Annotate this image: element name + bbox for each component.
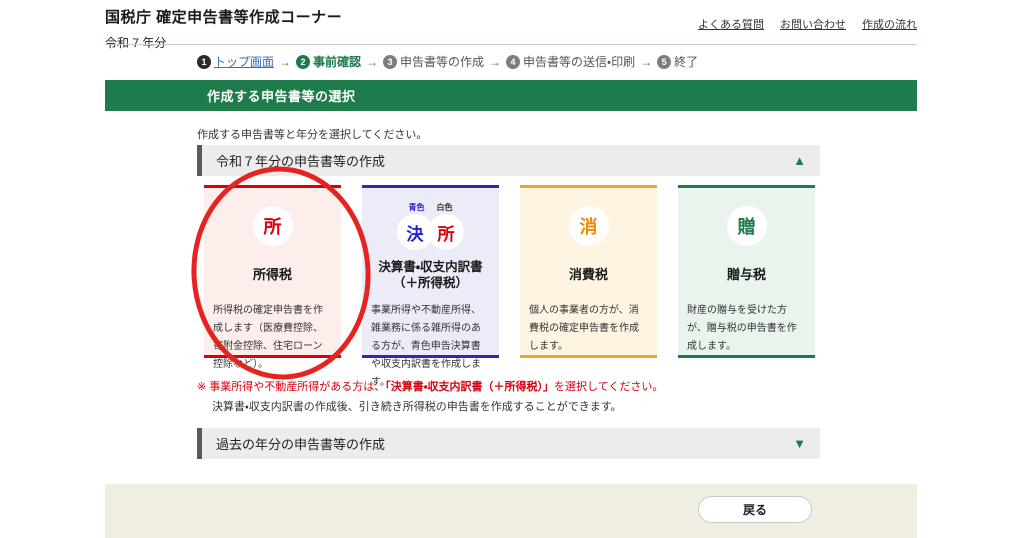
gift-tax-description: 財産の贈与を受けた方が、贈与税の申告書を作成します。 bbox=[687, 302, 806, 356]
card-financial-statement[interactable]: 青色 白色 決 所 決算書・収支内訳書 （＋所得税） 事業所得や不動産所得、雑業… bbox=[362, 185, 499, 358]
faq-link[interactable]: よくある質問 bbox=[698, 16, 764, 32]
income-tax-title: 所得税 bbox=[213, 257, 332, 293]
white-return-label: 白色 bbox=[437, 202, 453, 213]
blue-return-label: 青色 bbox=[409, 202, 425, 213]
note-line1-pre: 事業所得や不動産所得がある方は、 bbox=[209, 381, 385, 393]
step-2-circle: 2 bbox=[296, 55, 310, 69]
gift-tax-title: 贈与税 bbox=[687, 257, 806, 293]
step-send: 4 申告書等の送信・印刷 bbox=[506, 53, 635, 70]
income-tax-title-text: 所得税 bbox=[213, 267, 332, 284]
step-top: 1 トップ画面 bbox=[197, 53, 274, 70]
financial-statement-title: 決算書・収支内訳書 （＋所得税） bbox=[371, 257, 490, 293]
note-line-2: 決算書・収支内訳書の作成後、引き続き所得税の申告書を作成することができます。 bbox=[212, 397, 663, 417]
gift-tax-badge-area: 贈 bbox=[687, 197, 806, 255]
income-tax-badge-area: 所 bbox=[213, 197, 332, 255]
income-tax-icon: 所 bbox=[253, 206, 293, 246]
step-5-label: 終了 bbox=[674, 53, 698, 70]
financial-statement-title-line1: 決算書・収支内訳書 bbox=[371, 259, 490, 275]
step-finish: 5 終了 bbox=[657, 53, 698, 70]
gift-tax-icon-char: 贈 bbox=[738, 213, 756, 239]
contact-link[interactable]: お問い合わせ bbox=[780, 16, 846, 32]
step-1-circle: 1 bbox=[197, 55, 211, 69]
site-year: 令和 7 年分 bbox=[105, 34, 917, 51]
financial-statement-title-line2: （＋所得税） bbox=[371, 275, 490, 291]
income-tax-icon-char: 所 bbox=[264, 213, 282, 239]
card-consumption-tax[interactable]: 消 消費税 個人の事業者の方が、消費税の確定申告書を作成します。 bbox=[520, 185, 657, 358]
step-precheck: 2 事前確認 bbox=[296, 53, 361, 70]
accordion-current-year[interactable]: 令和７年分の申告書等の作成 ▲ bbox=[197, 145, 820, 176]
consumption-tax-description: 個人の事業者の方が、消費税の確定申告書を作成します。 bbox=[529, 302, 648, 356]
step-3-circle: 3 bbox=[383, 55, 397, 69]
consumption-tax-icon: 消 bbox=[569, 206, 609, 246]
progress-steps: 1 トップ画面 → 2 事前確認 → 3 申告書等の作成 → 4 申告書等の送信… bbox=[197, 53, 698, 70]
step-4-label: 申告書等の送信・印刷 bbox=[523, 53, 635, 70]
card-gift-tax[interactable]: 贈 贈与税 財産の贈与を受けた方が、贈与税の申告書を作成します。 bbox=[678, 185, 815, 358]
note-line-1: ※ 事業所得や不動産所得がある方は、「決算書・収支内訳書（＋所得税）」を選択して… bbox=[197, 377, 663, 397]
step-2-label: 事前確認 bbox=[313, 53, 361, 70]
instruction-text: 作成する申告書等と年分を選択してください。 bbox=[197, 126, 427, 142]
back-button[interactable]: 戻る bbox=[698, 496, 812, 523]
note-marker: ※ bbox=[197, 381, 206, 393]
financial-statement-badge-area: 青色 白色 決 所 bbox=[371, 197, 490, 255]
chevron-down-icon: ▼ bbox=[793, 436, 806, 451]
consumption-tax-badge-area: 消 bbox=[529, 197, 648, 255]
header-links: よくある質問 お問い合わせ 作成の流れ bbox=[698, 16, 917, 32]
step-3-label: 申告書等の作成 bbox=[400, 53, 484, 70]
income-tax-description: 所得税の確定申告書を作成します（医療費控除、寄附金控除、住宅ローン控除など）。 bbox=[213, 302, 332, 374]
step-create: 3 申告書等の作成 bbox=[383, 53, 484, 70]
accordion-current-year-label: 令和７年分の申告書等の作成 bbox=[216, 151, 385, 170]
flow-link[interactable]: 作成の流れ bbox=[862, 16, 917, 32]
consumption-tax-icon-char: 消 bbox=[580, 213, 598, 239]
page-title-banner: 作成する申告書等の選択 bbox=[105, 80, 917, 111]
gift-tax-title-text: 贈与税 bbox=[687, 267, 806, 284]
footer-bar: 戻る bbox=[105, 484, 917, 538]
step-1-link[interactable]: トップ画面 bbox=[214, 53, 274, 70]
accordion-past-years[interactable]: 過去の年分の申告書等の作成 ▼ bbox=[197, 428, 820, 459]
step-arrow: → bbox=[366, 55, 378, 69]
income-icon: 所 bbox=[428, 214, 464, 250]
accordion-past-years-label: 過去の年分の申告書等の作成 bbox=[216, 434, 385, 453]
card-income-tax[interactable]: 所 所得税 所得税の確定申告書を作成します（医療費控除、寄附金控除、住宅ローン控… bbox=[204, 185, 341, 358]
gift-tax-icon: 贈 bbox=[727, 206, 767, 246]
chevron-up-icon: ▲ bbox=[793, 153, 806, 168]
step-arrow: → bbox=[279, 55, 291, 69]
step-5-circle: 5 bbox=[657, 55, 671, 69]
header-divider bbox=[105, 44, 917, 45]
financial-statement-sublabels: 青色 白色 bbox=[409, 202, 453, 213]
page: 国税庁 確定申告書等作成コーナー 令和 7 年分 よくある質問 お問い合わせ 作… bbox=[0, 0, 1024, 538]
consumption-tax-title-text: 消費税 bbox=[529, 267, 648, 284]
consumption-tax-title: 消費税 bbox=[529, 257, 648, 293]
statement-icon-char: 決 bbox=[407, 220, 424, 245]
step-arrow: → bbox=[640, 55, 652, 69]
note: ※ 事業所得や不動産所得がある方は、「決算書・収支内訳書（＋所得税）」を選択して… bbox=[197, 377, 663, 418]
page-title: 作成する申告書等の選択 bbox=[207, 86, 356, 105]
step-arrow: → bbox=[489, 55, 501, 69]
step-4-circle: 4 bbox=[506, 55, 520, 69]
note-line1-post: を選択してください。 bbox=[554, 381, 663, 393]
tax-type-cards: 所 所得税 所得税の確定申告書を作成します（医療費控除、寄附金控除、住宅ローン控… bbox=[204, 185, 815, 358]
financial-statement-icons: 決 所 bbox=[397, 214, 464, 250]
income-icon-char: 所 bbox=[438, 220, 455, 245]
note-line1-emphasis: 「決算書・収支内訳書（＋所得税）」 bbox=[385, 381, 554, 393]
